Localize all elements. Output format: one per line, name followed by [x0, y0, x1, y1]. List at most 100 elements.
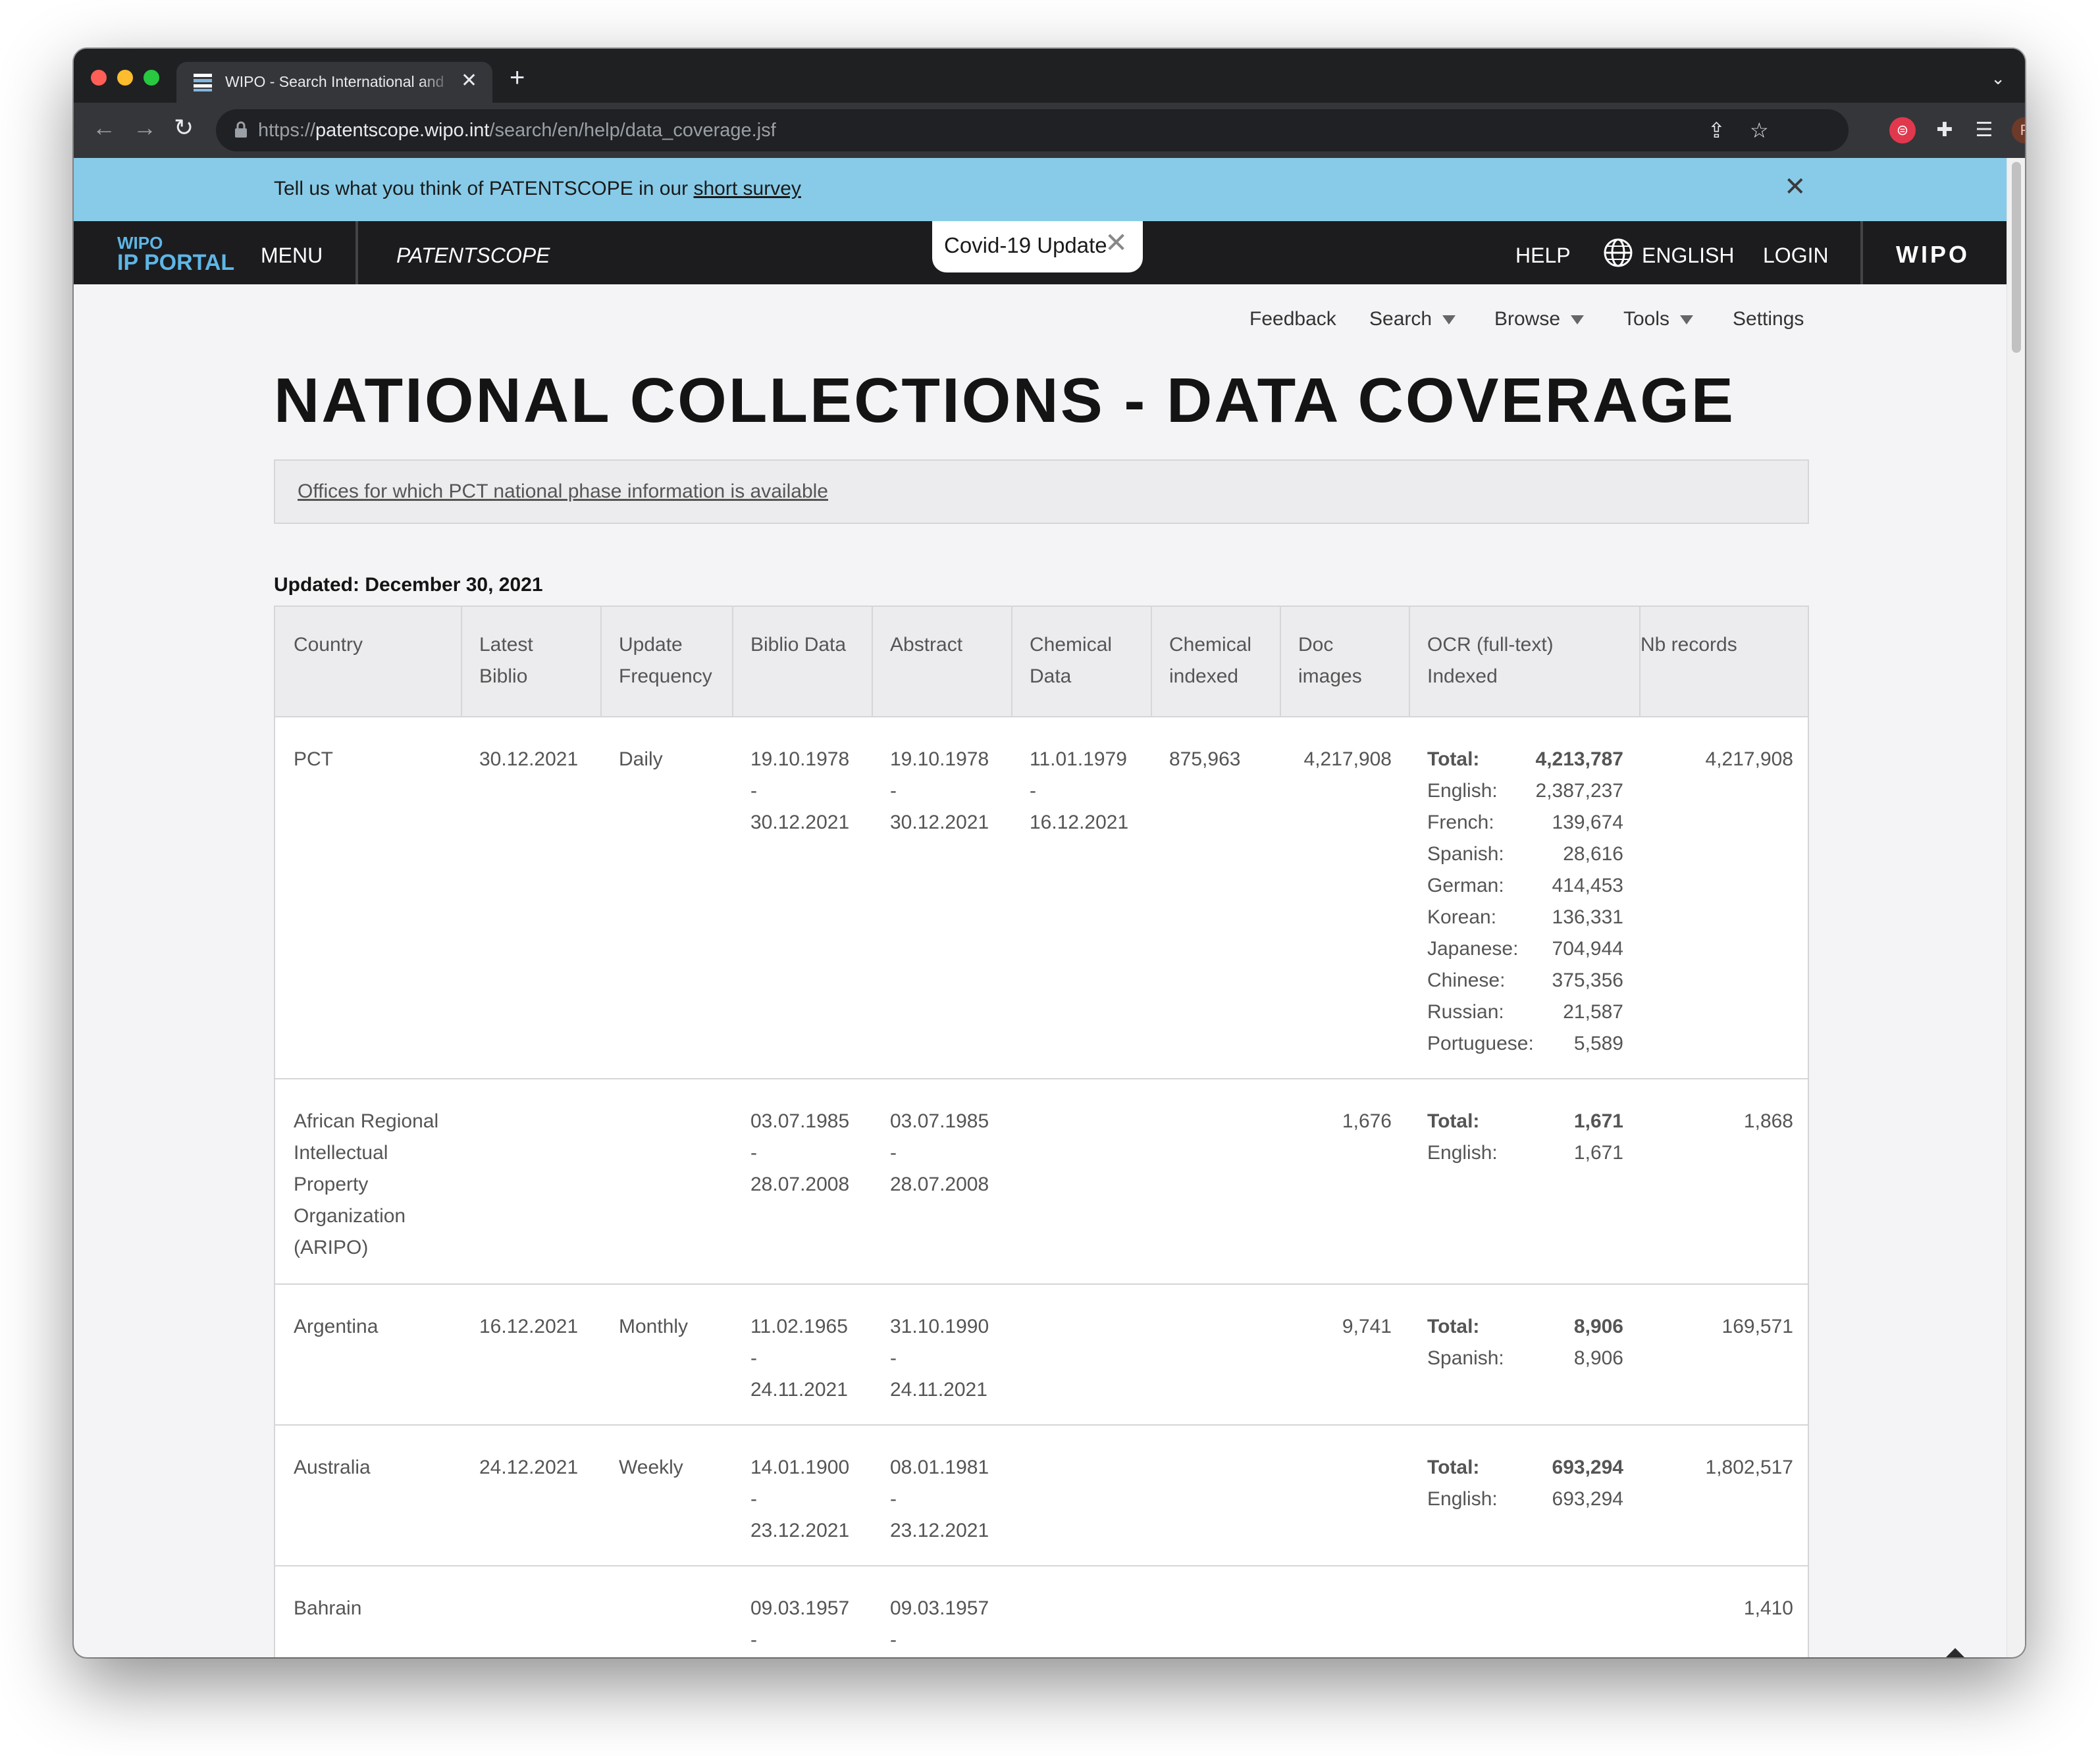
globe-icon[interactable] [1602, 237, 1634, 269]
logo-wipo-text[interactable]: WIPO [117, 234, 163, 251]
browse-menu[interactable]: Browse [1494, 308, 1584, 330]
ocr-count: 1,671 [1574, 1137, 1623, 1169]
biblio-data-cell-line: 30.12.2021 [750, 807, 849, 839]
column-divider [1280, 607, 1281, 717]
ocr-language-label: Spanish: [1427, 839, 1504, 870]
back-arrow-icon[interactable]: ← [92, 115, 116, 141]
country-cell: Argentina [294, 1311, 458, 1343]
extension-red-icon[interactable]: ⊜ [1889, 117, 1916, 143]
close-banner-icon[interactable]: ✕ [1784, 174, 1806, 200]
tab-title-fade [420, 68, 453, 95]
abstract-cell-line: 28.07.2008 [890, 1169, 989, 1201]
abstract-cell: 08.01.1981-23.12.2021 [890, 1452, 989, 1547]
tools-menu[interactable]: Tools [1623, 308, 1693, 330]
biblio-data-cell-line: - [750, 775, 849, 807]
ocr-count: 28,616 [1563, 839, 1623, 870]
column-header: Biblio Data [750, 629, 846, 661]
nb-records-cell: 1,802,517 [1642, 1452, 1793, 1484]
column-header: Abstract [890, 629, 962, 661]
tab-close-icon[interactable]: ✕ [461, 71, 477, 91]
column-divider [1639, 607, 1641, 717]
biblio-data-cell: 09.03.1957- [750, 1593, 849, 1656]
ocr-line: English:693,294 [1427, 1484, 1623, 1515]
language-selector[interactable]: ENGLISH [1642, 244, 1734, 268]
biblio-data-cell-line: - [750, 1343, 848, 1374]
biblio-data-cell-line: 19.10.1978 [750, 744, 849, 775]
biblio-data-cell-line: 09.03.1957 [750, 1593, 849, 1624]
ocr-count: 1,671 [1574, 1106, 1623, 1137]
ocr-count: 21,587 [1563, 996, 1623, 1028]
lock-icon [234, 121, 248, 138]
abstract-cell-line: 31.10.1990 [890, 1311, 989, 1343]
abstract-cell: 09.03.1957- [890, 1593, 989, 1656]
country-cell: Bahrain [294, 1593, 458, 1624]
ocr-cell: Total:4,213,787English:2,387,237French:1… [1427, 744, 1623, 1060]
ocr-count: 704,944 [1552, 933, 1623, 965]
profile-avatar[interactable]: P [2012, 117, 2025, 143]
biblio-data-cell-line: - [750, 1624, 849, 1656]
url-scheme: https:// [258, 120, 315, 141]
chemical-data-cell-line: 11.01.1979 [1030, 744, 1128, 775]
ocr-count: 8,906 [1574, 1343, 1623, 1374]
url-text: https://patentscope.wipo.int/search/en/h… [258, 120, 776, 142]
help-link[interactable]: HELP [1515, 244, 1571, 268]
covid-close-icon[interactable]: ✕ [1105, 229, 1128, 257]
new-tab-plus-icon[interactable]: + [510, 65, 525, 91]
abstract-cell: 31.10.1990-24.11.2021 [890, 1311, 989, 1406]
close-window-button[interactable] [91, 70, 107, 86]
offices-pct-link[interactable]: Offices for which PCT national phase inf… [298, 480, 828, 503]
ocr-language-label: German: [1427, 870, 1504, 902]
settings-link[interactable]: Settings [1733, 308, 1804, 330]
browser-tab[interactable]: WIPO - Search International and National… [176, 62, 492, 103]
minimize-window-button[interactable] [117, 70, 133, 86]
column-header: Doc images [1298, 629, 1362, 692]
abstract-cell-line: 09.03.1957 [890, 1593, 989, 1624]
forward-arrow-icon[interactable]: → [133, 115, 157, 141]
biblio-data-cell-line: 23.12.2021 [750, 1515, 849, 1547]
updated-date: Updated: December 30, 2021 [274, 574, 543, 596]
reload-icon[interactable]: ↻ [174, 115, 194, 141]
doc-images-cell: 4,217,908 [1172, 744, 1392, 775]
ocr-count: 375,356 [1552, 965, 1623, 996]
bookmark-star-icon[interactable]: ☆ [1750, 118, 1769, 142]
survey-text: Tell us what you think of PATENTSCOPE in… [274, 178, 801, 200]
ocr-line: English:2,387,237 [1427, 775, 1623, 807]
abstract-cell-line: 03.07.1985 [890, 1106, 989, 1137]
feedback-link[interactable]: Feedback [1249, 308, 1336, 330]
tab-search-chevron-icon[interactable]: ⌄ [1991, 68, 2005, 89]
ocr-language-label: English: [1427, 1137, 1498, 1169]
page-scrollbar[interactable] [2007, 158, 2025, 1657]
abstract-cell-line: - [890, 1624, 989, 1656]
menu-button[interactable]: MENU [261, 244, 323, 268]
doc-images-cell: 1,676 [1172, 1106, 1392, 1137]
table-row: Australia24.12.2021Weekly14.01.1900-23.1… [275, 1426, 1808, 1566]
abstract-cell-line: - [890, 1137, 989, 1169]
search-menu[interactable]: Search [1369, 308, 1456, 330]
nb-records-cell: 1,868 [1642, 1106, 1793, 1137]
share-icon[interactable]: ⇪ [1708, 118, 1725, 142]
search-menu-label: Search [1369, 308, 1432, 330]
arrow-up-icon[interactable] [1935, 1643, 1975, 1657]
scrollbar-thumb[interactable] [2012, 162, 2021, 353]
wipo-brand-link[interactable]: WIPO [1896, 241, 1970, 269]
abstract-cell: 19.10.1978-30.12.2021 [890, 744, 989, 839]
logo-ip-portal[interactable]: IP PORTAL [117, 251, 234, 274]
ocr-language-label: Portuguese: [1427, 1028, 1534, 1060]
abstract-cell-line: 08.01.1981 [890, 1452, 989, 1484]
survey-link[interactable]: short survey [693, 178, 801, 199]
tab-strip: WIPO - Search International and National… [74, 49, 2025, 103]
nb-records-cell: 4,217,908 [1642, 744, 1793, 775]
covid-update-tab[interactable]: Covid-19 Update ✕ [932, 221, 1143, 272]
abstract-cell-line: 19.10.1978 [890, 744, 989, 775]
column-header: Update Frequency [619, 629, 712, 692]
address-bar[interactable]: https://patentscope.wipo.int/search/en/h… [216, 109, 1849, 151]
patentscope-link[interactable]: PATENTSCOPE [396, 244, 550, 268]
ocr-count: 139,674 [1552, 807, 1623, 839]
ocr-line: Spanish:8,906 [1427, 1343, 1623, 1374]
ocr-count: 2,387,237 [1536, 775, 1623, 807]
login-link[interactable]: LOGIN [1763, 244, 1829, 268]
reading-list-icon[interactable]: ☰ [1971, 117, 1997, 143]
maximize-window-button[interactable] [144, 70, 159, 86]
extensions-puzzle-icon[interactable]: ✚ [1931, 117, 1958, 143]
biblio-data-cell: 14.01.1900-23.12.2021 [750, 1452, 849, 1547]
